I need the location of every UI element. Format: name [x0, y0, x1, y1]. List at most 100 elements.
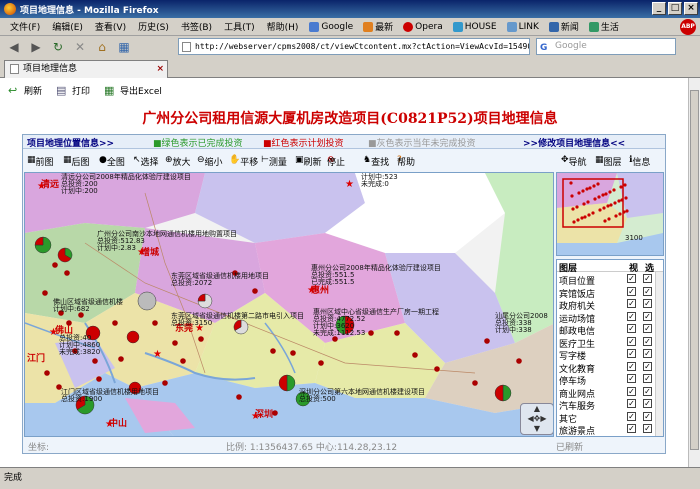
- menu-help[interactable]: 帮助(H): [261, 20, 305, 33]
- url-input[interactable]: http://webserver/cpms2008/ct/viewCtconte…: [178, 38, 530, 55]
- poi-dot-marker[interactable]: [272, 410, 278, 416]
- tool-zoom-in[interactable]: ⊕ 放大: [165, 155, 191, 168]
- edit-geo-link[interactable]: >>修改项目地理信息<<: [523, 136, 625, 149]
- layer-select-checkbox[interactable]: ✓: [643, 386, 652, 396]
- back-button[interactable]: ◀: [4, 38, 24, 56]
- refresh-button[interactable]: ↩ 刷新: [8, 84, 42, 97]
- poi-dot-marker[interactable]: [434, 366, 440, 372]
- layer-visible-checkbox[interactable]: ✓: [627, 399, 636, 408]
- layer-visible-checkbox[interactable]: ✓: [627, 274, 636, 283]
- poi-dot-marker[interactable]: [52, 262, 58, 268]
- layer-scrollbar[interactable]: [655, 272, 663, 436]
- tool-select[interactable]: ↖ 选择: [133, 155, 159, 168]
- tool-layers[interactable]: ▦ 图层: [595, 155, 622, 168]
- layer-visible-checkbox[interactable]: ✓: [627, 386, 636, 396]
- layer-visible-checkbox[interactable]: ✓: [627, 424, 636, 433]
- layer-select-checkbox[interactable]: ✓: [643, 311, 652, 321]
- layer-select-checkbox[interactable]: ✓: [643, 349, 652, 358]
- layer-visible-checkbox[interactable]: ✓: [627, 374, 636, 383]
- project-pie-marker[interactable]: [197, 293, 206, 302]
- poi-dot-marker[interactable]: [198, 336, 204, 342]
- reload-icon[interactable]: ↻: [48, 38, 68, 56]
- layer-select-checkbox[interactable]: ✓: [643, 299, 652, 308]
- bookmark-latest[interactable]: 最新: [358, 20, 398, 33]
- bookmark-life[interactable]: 生活: [584, 20, 624, 33]
- stop-icon[interactable]: ✕: [70, 38, 90, 56]
- project-pie-marker[interactable]: [137, 291, 157, 311]
- overview-map[interactable]: 3100: [556, 172, 664, 256]
- pan-control[interactable]: ▲ ◀✥▶ ▼: [520, 403, 553, 435]
- bookmark-google[interactable]: Google: [304, 21, 358, 32]
- poi-dot-marker[interactable]: [162, 380, 168, 386]
- poi-dot-marker[interactable]: [180, 358, 186, 364]
- home-icon[interactable]: ⌂: [92, 38, 112, 56]
- maximize-button[interactable]: □: [668, 2, 682, 15]
- poi-dot-marker[interactable]: [412, 352, 418, 358]
- forward-button[interactable]: ▶: [26, 38, 46, 56]
- layer-visible-checkbox[interactable]: ✓: [627, 311, 636, 321]
- layer-select-checkbox[interactable]: ✓: [643, 399, 652, 408]
- geo-info-link[interactable]: 项目地理位置信息>>: [27, 136, 114, 149]
- layer-select-checkbox[interactable]: ✓: [643, 336, 652, 346]
- layer-select-checkbox[interactable]: ✓: [643, 374, 652, 383]
- poi-dot-marker[interactable]: [472, 380, 478, 386]
- poi-dot-marker[interactable]: [516, 358, 522, 364]
- layer-visible-checkbox[interactable]: ✓: [627, 361, 636, 371]
- bookmark-news[interactable]: 新闻: [544, 20, 584, 33]
- project-pie-marker[interactable]: [286, 374, 296, 392]
- menu-history[interactable]: 历史(S): [132, 20, 175, 33]
- poi-dot-marker[interactable]: [332, 336, 338, 342]
- page-scrollbar[interactable]: [688, 78, 700, 467]
- addons-icon[interactable]: ▦: [114, 38, 134, 56]
- project-pie-marker[interactable]: [126, 330, 140, 344]
- menu-file[interactable]: 文件(F): [4, 20, 46, 33]
- poi-dot-marker[interactable]: [484, 338, 490, 344]
- poi-dot-marker[interactable]: [112, 320, 118, 326]
- layer-visible-checkbox[interactable]: ✓: [627, 336, 636, 346]
- poi-dot-marker[interactable]: [172, 340, 178, 346]
- poi-dot-marker[interactable]: [290, 350, 296, 356]
- tool-info[interactable]: ℹ 信息: [629, 155, 650, 168]
- menu-view[interactable]: 查看(V): [89, 20, 132, 33]
- menu-bookmarks[interactable]: 书签(B): [175, 20, 218, 33]
- layer-visible-checkbox[interactable]: ✓: [627, 411, 636, 421]
- tool-navigate[interactable]: ✥ 导航: [561, 155, 587, 168]
- layer-select-checkbox[interactable]: ✓: [643, 411, 652, 421]
- poi-dot-marker[interactable]: [92, 358, 98, 364]
- poi-dot-marker[interactable]: [252, 288, 258, 294]
- layer-select-checkbox[interactable]: ✓: [643, 324, 652, 333]
- layer-visible-checkbox[interactable]: ✓: [627, 299, 636, 308]
- tool-measure[interactable]: ⊢ 测量: [261, 155, 287, 168]
- bookmark-opera[interactable]: Opera: [398, 21, 448, 32]
- poi-dot-marker[interactable]: [44, 370, 50, 376]
- layer-visible-checkbox[interactable]: ✓: [627, 286, 636, 296]
- tool-next-map[interactable]: ▦ 后图: [63, 155, 90, 168]
- tool-prev-map[interactable]: ▦ 前图: [27, 155, 54, 168]
- layer-visible-checkbox[interactable]: ✓: [627, 324, 636, 333]
- close-button[interactable]: ×: [684, 2, 698, 15]
- poi-dot-marker[interactable]: [236, 394, 242, 400]
- tool-zoom-out[interactable]: ⊖ 缩小: [197, 155, 223, 168]
- project-pie-marker[interactable]: [502, 384, 512, 402]
- project-pie-marker[interactable]: [494, 384, 504, 402]
- poi-dot-marker[interactable]: [270, 348, 276, 354]
- tool-full-map[interactable]: ● 全图: [99, 155, 125, 168]
- map-canvas[interactable]: ★ ★ ★ ★ ★ ★ ★ ★ ★ 清远 增城 东莞 佛山 江门 中山 深圳 惠州 清远分公司2…: [24, 172, 554, 437]
- bookmark-house[interactable]: HOUSE: [448, 21, 502, 32]
- layer-select-checkbox[interactable]: ✓: [643, 424, 652, 433]
- tool-refresh[interactable]: ▣ 刷新: [295, 155, 322, 168]
- search-input[interactable]: G Google: [536, 38, 676, 55]
- poi-dot-marker[interactable]: [64, 270, 70, 276]
- layer-select-checkbox[interactable]: ✓: [643, 274, 652, 283]
- tool-pan[interactable]: ✋ 平移: [229, 155, 258, 168]
- layer-select-checkbox[interactable]: ✓: [643, 361, 652, 371]
- poi-dot-marker[interactable]: [118, 356, 124, 362]
- tab-close-icon[interactable]: ×: [156, 61, 164, 77]
- menu-tools[interactable]: 工具(T): [218, 20, 261, 33]
- tool-find[interactable]: ♞ 查找: [363, 155, 389, 168]
- menu-edit[interactable]: 编辑(E): [46, 20, 89, 33]
- poi-dot-marker[interactable]: [152, 320, 158, 326]
- export-excel-button[interactable]: ▦ 导出Excel: [104, 84, 162, 97]
- poi-dot-marker[interactable]: [318, 360, 324, 366]
- poi-dot-marker[interactable]: [78, 312, 84, 318]
